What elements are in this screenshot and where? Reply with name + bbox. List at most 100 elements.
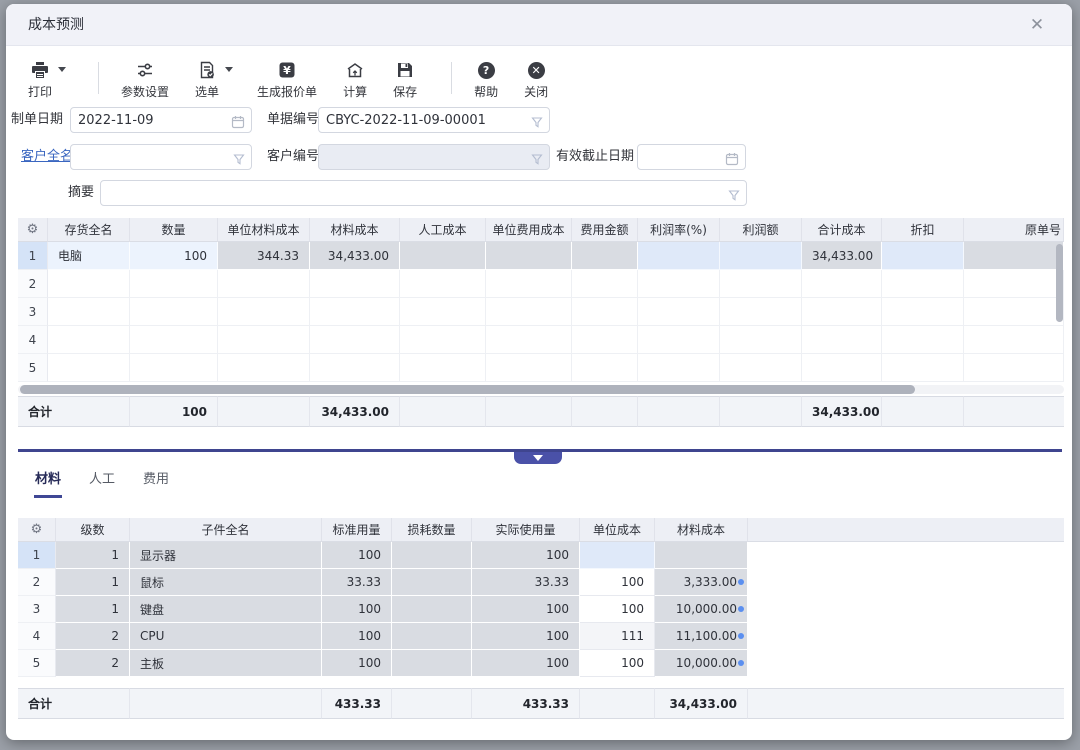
cell-loss-qty[interactable] bbox=[392, 542, 472, 569]
cell-unit-cost[interactable]: 100 bbox=[580, 569, 655, 596]
cell-total-cost[interactable]: 34,433.00 bbox=[802, 242, 882, 270]
detail-row-4: 4 2 CPU 100 100 111 11,100.00 bbox=[18, 623, 1064, 650]
row-number[interactable]: 4 bbox=[18, 326, 48, 354]
cell-unit-cost[interactable]: 100 bbox=[580, 650, 655, 677]
save-button[interactable]: 保存 bbox=[393, 60, 417, 100]
row-number[interactable]: 1 bbox=[18, 242, 48, 270]
doc-date-input[interactable] bbox=[71, 108, 251, 132]
total-actual-qty: 433.33 bbox=[472, 688, 580, 719]
cell-actual-qty[interactable]: 100 bbox=[472, 542, 580, 569]
tab-labor[interactable]: 人工 bbox=[88, 468, 116, 498]
cell-labor-cost[interactable] bbox=[400, 242, 486, 270]
doc-no-field bbox=[318, 107, 550, 133]
row-number[interactable]: 2 bbox=[18, 270, 48, 298]
summary-field bbox=[100, 180, 747, 206]
row-number[interactable]: 3 bbox=[18, 596, 56, 623]
cell-std-qty[interactable]: 100 bbox=[322, 623, 392, 650]
cell-part-name[interactable]: 显示器 bbox=[130, 542, 322, 569]
cell-loss-qty[interactable] bbox=[392, 569, 472, 596]
row-number[interactable]: 5 bbox=[18, 650, 56, 677]
doc-no-input[interactable] bbox=[319, 108, 549, 132]
row-number[interactable]: 2 bbox=[18, 569, 56, 596]
tab-expense[interactable]: 费用 bbox=[142, 468, 170, 498]
cell-unit-cost[interactable] bbox=[580, 542, 655, 569]
cell-discount[interactable] bbox=[882, 242, 964, 270]
customer-name-input[interactable] bbox=[71, 145, 251, 169]
horizontal-scrollbar-thumb[interactable] bbox=[20, 385, 915, 394]
row-number[interactable]: 3 bbox=[18, 298, 48, 326]
cell-level[interactable]: 1 bbox=[56, 569, 130, 596]
cell-level[interactable]: 2 bbox=[56, 650, 130, 677]
cell-expense-amount[interactable] bbox=[572, 242, 638, 270]
grid-settings-gear-icon[interactable]: ⚙ bbox=[18, 518, 56, 542]
row-number[interactable]: 4 bbox=[18, 623, 56, 650]
summary-label: 摘要 bbox=[6, 180, 94, 206]
cell-level[interactable]: 1 bbox=[56, 596, 130, 623]
parameter-settings-button[interactable]: 参数设置 bbox=[121, 60, 169, 100]
cell-std-qty[interactable]: 100 bbox=[322, 650, 392, 677]
cell-part-name[interactable]: CPU bbox=[130, 623, 322, 650]
cell-profit-rate[interactable] bbox=[638, 242, 720, 270]
chevron-down-icon[interactable] bbox=[225, 67, 233, 76]
cell-actual-qty[interactable]: 33.33 bbox=[472, 569, 580, 596]
chevron-down-icon[interactable] bbox=[58, 67, 66, 76]
cell-actual-qty[interactable]: 100 bbox=[472, 596, 580, 623]
cell-part-name[interactable]: 键盘 bbox=[130, 596, 322, 623]
customer-no-input[interactable] bbox=[319, 145, 549, 169]
cell-unit-cost[interactable]: 111 bbox=[580, 623, 655, 650]
cell-material-cost[interactable]: 34,433.00 bbox=[310, 242, 400, 270]
cell-material-cost[interactable] bbox=[655, 542, 748, 569]
pick-order-button[interactable]: 选单 bbox=[195, 60, 219, 100]
filter-icon[interactable] bbox=[728, 187, 740, 206]
cell-material-cost[interactable]: 11,100.00 bbox=[655, 623, 748, 650]
collapse-panel-button[interactable] bbox=[514, 452, 562, 464]
cell-part-name[interactable]: 鼠标 bbox=[130, 569, 322, 596]
cell-unit-cost[interactable]: 100 bbox=[580, 596, 655, 623]
print-button[interactable]: 打印 bbox=[28, 60, 52, 100]
detail-row-3: 3 1 键盘 100 100 100 10,000.00 bbox=[18, 596, 1064, 623]
help-button[interactable]: ? 帮助 bbox=[474, 60, 498, 100]
cell-std-qty[interactable]: 100 bbox=[322, 596, 392, 623]
grid-settings-gear-icon[interactable]: ⚙ bbox=[18, 218, 48, 242]
cell-unit-material-cost[interactable]: 344.33 bbox=[218, 242, 310, 270]
filter-icon[interactable] bbox=[531, 114, 543, 133]
cell-loss-qty[interactable] bbox=[392, 596, 472, 623]
cell-unit-expense-cost[interactable] bbox=[486, 242, 572, 270]
cell-material-cost[interactable]: 10,000.00 bbox=[655, 650, 748, 677]
cell-actual-qty[interactable]: 100 bbox=[472, 650, 580, 677]
cell-inventory-name[interactable]: 电脑 bbox=[48, 242, 130, 270]
generate-quote-button[interactable]: ¥ 生成报价单 bbox=[257, 60, 317, 100]
customer-name-link[interactable]: 客户全名 bbox=[21, 144, 73, 170]
dialog-close-icon[interactable]: ✕ bbox=[1026, 14, 1048, 36]
summary-input[interactable] bbox=[101, 181, 746, 205]
calendar-icon[interactable] bbox=[725, 151, 739, 170]
cell-qty[interactable]: 100 bbox=[130, 242, 218, 270]
total-qty: 100 bbox=[130, 396, 218, 427]
tab-material[interactable]: 材料 bbox=[34, 468, 62, 498]
cell-level[interactable]: 1 bbox=[56, 542, 130, 569]
close-button[interactable]: ✕ 关闭 bbox=[524, 60, 548, 100]
cell-part-name[interactable]: 主板 bbox=[130, 650, 322, 677]
cell-std-qty[interactable]: 100 bbox=[322, 542, 392, 569]
calculate-button[interactable]: 计算 bbox=[343, 60, 367, 100]
calendar-icon[interactable] bbox=[231, 114, 245, 133]
cell-std-qty[interactable]: 33.33 bbox=[322, 569, 392, 596]
cell-orig-doc-no[interactable] bbox=[964, 242, 1064, 270]
cell-actual-qty[interactable]: 100 bbox=[472, 623, 580, 650]
row-number[interactable]: 5 bbox=[18, 354, 48, 382]
filter-icon[interactable] bbox=[531, 151, 543, 170]
valid-until-field bbox=[637, 144, 746, 170]
row-number[interactable]: 1 bbox=[18, 542, 56, 569]
cell-material-cost[interactable]: 3,333.00 bbox=[655, 569, 748, 596]
filter-icon[interactable] bbox=[233, 151, 245, 170]
horizontal-scrollbar[interactable] bbox=[18, 385, 1064, 394]
cell-loss-qty[interactable] bbox=[392, 650, 472, 677]
cell-loss-qty[interactable] bbox=[392, 623, 472, 650]
cell-level[interactable]: 2 bbox=[56, 623, 130, 650]
main-row-3: 3 bbox=[18, 298, 1064, 326]
cell-profit-amount[interactable] bbox=[720, 242, 802, 270]
vertical-scrollbar-thumb[interactable] bbox=[1056, 244, 1063, 322]
cell-material-cost[interactable]: 10,000.00 bbox=[655, 596, 748, 623]
cell-indicator-dot bbox=[738, 606, 744, 612]
total-total-cost: 34,433.00 bbox=[802, 396, 882, 427]
